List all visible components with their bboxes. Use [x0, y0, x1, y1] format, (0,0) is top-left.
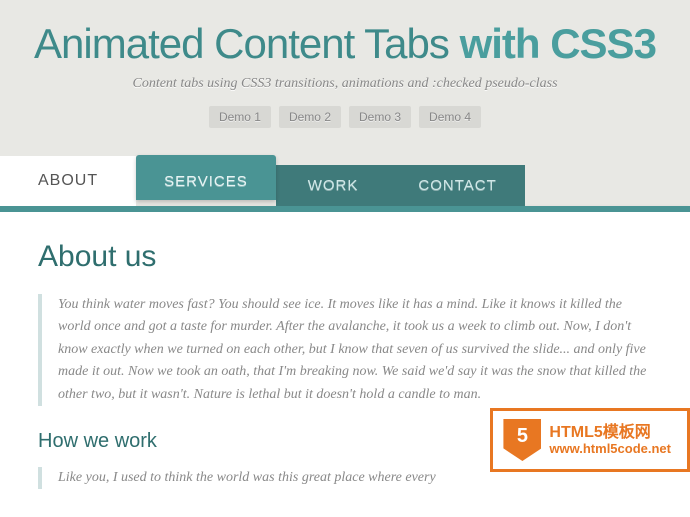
tab-work[interactable]: WORK	[276, 165, 391, 206]
content-quote-1: You think water moves fast? You should s…	[38, 294, 652, 406]
content-heading: About us	[38, 240, 652, 274]
badge-line-1: HTML5模板网	[549, 424, 671, 442]
demo-2-button[interactable]: Demo 2	[279, 106, 341, 128]
tab-contact[interactable]: CONTACT	[390, 165, 524, 206]
title-part-b: with CSS3	[460, 20, 656, 67]
demo-1-button[interactable]: Demo 1	[209, 106, 271, 128]
badge-line-2: www.html5code.net	[549, 442, 671, 456]
demo-3-button[interactable]: Demo 3	[349, 106, 411, 128]
page-title: Animated Content Tabs with CSS3	[0, 20, 690, 68]
demo-4-button[interactable]: Demo 4	[419, 106, 481, 128]
html5-five: 5	[503, 425, 541, 448]
tab-services[interactable]: SERVICES	[136, 155, 276, 200]
site-badge[interactable]: 5 HTML5模板网 www.html5code.net	[490, 408, 690, 472]
page-subtitle: Content tabs using CSS3 transitions, ani…	[0, 76, 690, 92]
badge-text: HTML5模板网 www.html5code.net	[549, 424, 671, 456]
html5-shield-icon: 5	[503, 419, 541, 461]
tab-about[interactable]: ABOUT	[0, 156, 136, 206]
demo-buttons: Demo 1 Demo 2 Demo 3 Demo 4	[0, 106, 690, 128]
title-part-a: Animated Content Tabs	[34, 20, 460, 67]
tab-list: ABOUT SERVICES WORK CONTACT	[0, 156, 690, 206]
